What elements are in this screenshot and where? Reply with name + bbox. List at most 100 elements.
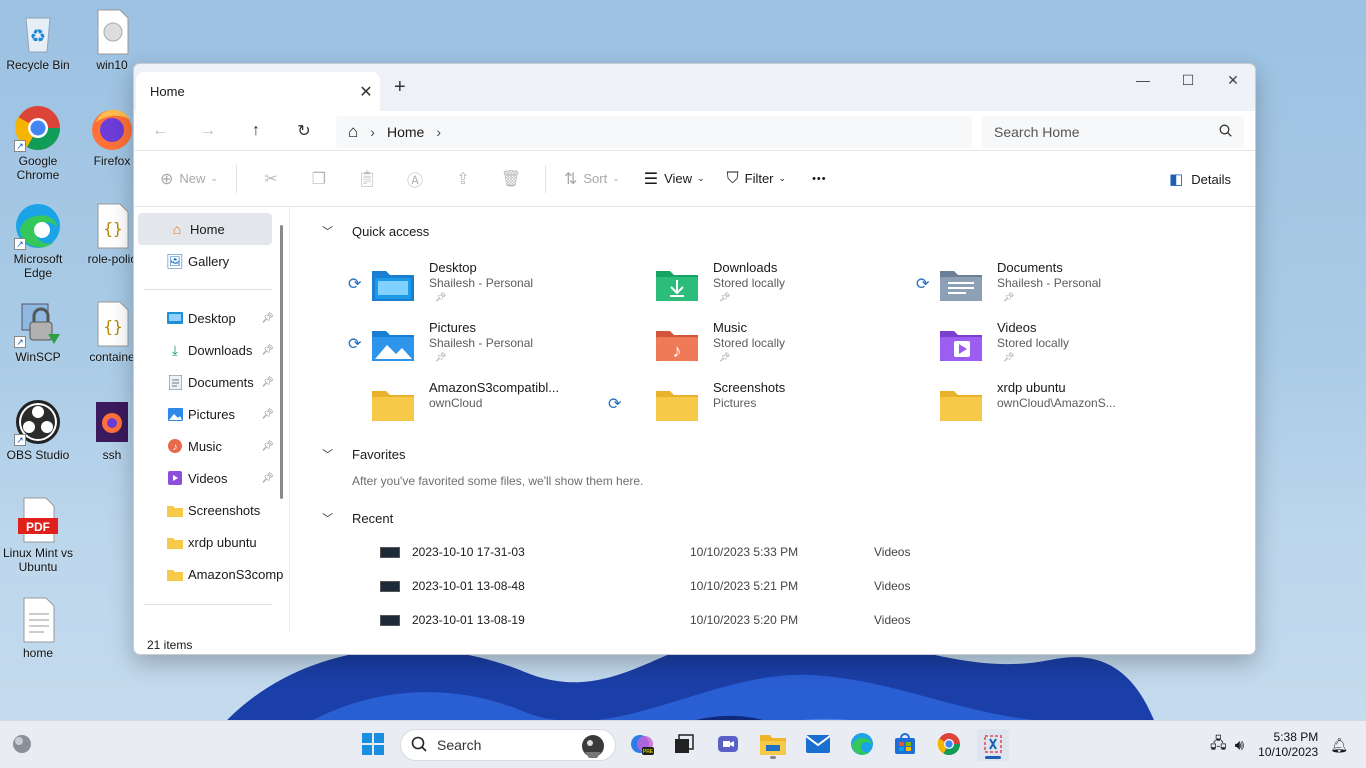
delete-button[interactable]: 🗑︎ — [487, 163, 535, 195]
sidebar-item-downloads[interactable]: ⤓ Downloads 📌︎ — [134, 334, 284, 366]
quick-access-desktop[interactable]: ⟳ Desktop Shailesh - Personal 📌︎ — [348, 259, 628, 315]
sidebar-item-amazons3[interactable]: AmazonS3comp — [134, 558, 284, 590]
home-icon[interactable]: ⌂ — [348, 122, 358, 142]
json-file-icon: {} — [88, 300, 136, 348]
item-location: Shailesh - Personal — [997, 276, 1102, 290]
new-button[interactable]: ⊕ New ⌄ — [152, 163, 226, 195]
desktop-icon-obs[interactable]: ↗ OBS Studio — [0, 398, 76, 462]
quick-access-pictures[interactable]: ⟳ Pictures Shailesh - Personal 📌︎ — [348, 319, 628, 375]
breadcrumb-separator[interactable]: › — [436, 124, 441, 140]
minimize-button[interactable]: — — [1120, 64, 1166, 96]
clipboard-icon: 📋︎ — [356, 170, 378, 188]
taskbar-search[interactable]: Search — [400, 729, 616, 761]
pin-icon[interactable]: 📌︎ — [261, 345, 274, 356]
sidebar-item-videos[interactable]: Videos 📌︎ — [134, 462, 284, 494]
quick-access-music[interactable]: ♪ Music Stored locally 📌︎ — [632, 319, 912, 375]
sidebar-item-documents[interactable]: Documents 📌︎ — [134, 366, 284, 398]
pin-icon[interactable]: 📌︎ — [261, 441, 274, 452]
desktop-icon-label: Recycle Bin — [6, 58, 70, 72]
desktop-icon-home[interactable]: home — [0, 596, 76, 660]
desktop-icon-recycle-bin[interactable]: ♻ Recycle Bin — [0, 8, 76, 72]
snipping-tool-button[interactable] — [977, 729, 1009, 761]
clock[interactable]: 5:38 PM 10/10/2023 — [1258, 730, 1318, 760]
sidebar-item-pictures[interactable]: Pictures 📌︎ — [134, 398, 284, 430]
sidebar-item-label: xrdp ubuntu — [188, 534, 257, 550]
sidebar-item-screenshots[interactable]: Screenshots — [134, 494, 284, 526]
favorites-header[interactable]: ﹀ Favorites — [322, 446, 405, 462]
file-explorer-taskbar-button[interactable] — [757, 729, 789, 761]
tab-close-icon[interactable]: ✕ — [352, 82, 380, 102]
mail-button[interactable] — [802, 729, 834, 761]
breadcrumb-separator[interactable]: › — [370, 124, 375, 140]
new-tab-button[interactable]: + — [394, 76, 406, 99]
up-button[interactable]: ↑ — [232, 115, 280, 147]
sort-button[interactable]: ⇅ Sort ⌄ — [556, 163, 628, 195]
details-button[interactable]: ◧ Details — [1169, 163, 1231, 195]
rename-button[interactable]: Ⓐ — [391, 163, 439, 195]
quick-access-documents[interactable]: ⟳ Documents Shailesh - Personal 📌︎ — [916, 259, 1196, 315]
volume-icon[interactable]: 🔊︎ — [1235, 737, 1244, 754]
forward-button[interactable]: → — [184, 115, 232, 147]
back-button[interactable]: ← — [136, 115, 184, 147]
quick-access-videos[interactable]: Videos Stored locally 📌︎ — [916, 319, 1196, 375]
tab-home[interactable]: Home ✕ — [136, 72, 380, 111]
paste-button[interactable]: 📋︎ — [343, 163, 391, 195]
widgets-button[interactable] — [6, 729, 38, 761]
desktop-icon-label: Microsoft Edge — [13, 252, 63, 280]
recent-row[interactable]: 2023-10-01 13-08-48 10/10/2023 5:21 PM V… — [380, 569, 1020, 603]
close-button[interactable]: ✕ — [1210, 64, 1255, 96]
see-more-button[interactable]: ••• — [804, 163, 835, 195]
sidebar-item-label: Music — [188, 438, 222, 454]
desktop-icon-winscp[interactable]: ↗ WinSCP — [0, 300, 76, 364]
view-button[interactable]: ☰ View ⌄ — [636, 163, 713, 195]
quick-access-screenshots[interactable]: ⟳ Screenshots Pictures — [608, 379, 912, 435]
edge-taskbar-button[interactable] — [846, 729, 878, 761]
sidebar-scrollbar[interactable] — [280, 225, 283, 499]
item-name: xrdp ubuntu — [997, 380, 1066, 395]
copy-button[interactable]: ❐ — [295, 163, 343, 195]
quick-access-downloads[interactable]: Downloads Stored locally 📌︎ — [632, 259, 912, 315]
sidebar-item-desktop[interactable]: Desktop 📌︎ — [134, 302, 284, 334]
cut-button[interactable]: ✂ — [247, 163, 295, 195]
copilot-button[interactable]: PRE — [626, 729, 658, 761]
search-box[interactable]: Search Home — [982, 116, 1244, 148]
network-icon[interactable]: 🖧︎ — [1210, 733, 1227, 758]
pin-icon[interactable]: 📌︎ — [261, 377, 274, 388]
pin-icon[interactable]: 📌︎ — [261, 313, 274, 324]
quick-access-xrdp-ubuntu[interactable]: xrdp ubuntu ownCloud\AmazonS... — [916, 379, 1196, 435]
chrome-taskbar-button[interactable] — [933, 729, 965, 761]
task-view-button[interactable] — [668, 729, 700, 761]
pin-icon: 📌︎ — [1003, 292, 1015, 302]
sidebar-item-gallery[interactable]: 🖼︎ Gallery — [134, 245, 284, 277]
teams-button[interactable] — [712, 729, 744, 761]
filter-button[interactable]: ⛉ Filter ⌄ — [719, 163, 794, 195]
sidebar-item-xrdp-ubuntu[interactable]: xrdp ubuntu — [134, 526, 284, 558]
address-bar[interactable]: ⌂ › Home › — [336, 116, 972, 148]
maximize-button[interactable]: ☐ — [1165, 64, 1211, 96]
quick-access-amazons3[interactable]: AmazonS3compatibl... ownCloud — [348, 379, 628, 435]
sidebar-item-music[interactable]: ♪ Music 📌︎ — [134, 430, 284, 462]
recent-row[interactable]: 2023-10-01 13-08-19 10/10/2023 5:20 PM V… — [380, 603, 1020, 632]
recent-row[interactable]: 2023-10-10 17-31-03 10/10/2023 5:33 PM V… — [380, 535, 1020, 569]
share-button[interactable]: ⇪ — [439, 163, 487, 195]
sidebar-item-label: Pictures — [188, 406, 235, 422]
pin-icon[interactable]: 📌︎ — [261, 473, 274, 484]
sidebar-item-label: Gallery — [188, 253, 230, 269]
start-button[interactable] — [357, 729, 389, 761]
store-button[interactable] — [889, 729, 921, 761]
notification-bell-icon[interactable]: 🔔︎ — [1330, 737, 1348, 754]
desktop-icon-pdf[interactable]: PDF Linux Mint vs Ubuntu — [0, 496, 76, 574]
command-bar: ⊕ New ⌄ ✂ ❐ 📋︎ Ⓐ ⇪ 🗑︎ ⇅ Sort ⌄ ☰ View ⌄ … — [134, 151, 1255, 207]
breadcrumb-home[interactable]: Home — [387, 124, 424, 140]
winscp-icon: ↗ — [14, 300, 62, 348]
quick-access-header[interactable]: ﹀ Quick access — [322, 223, 429, 239]
refresh-button[interactable]: ↻ — [280, 115, 328, 147]
desktop-icon-edge[interactable]: ↗ Microsoft Edge — [0, 202, 76, 280]
item-name: Pictures — [429, 320, 476, 335]
desktop-icon-chrome[interactable]: ↗ Google Chrome — [0, 104, 76, 182]
sidebar-item-home[interactable]: ⌂ Home — [138, 213, 272, 245]
pin-icon[interactable]: 📌︎ — [261, 409, 274, 420]
recent-header[interactable]: ﹀ Recent — [322, 510, 393, 526]
search-input[interactable]: Search Home — [994, 124, 1219, 140]
weather-icon — [11, 733, 33, 758]
